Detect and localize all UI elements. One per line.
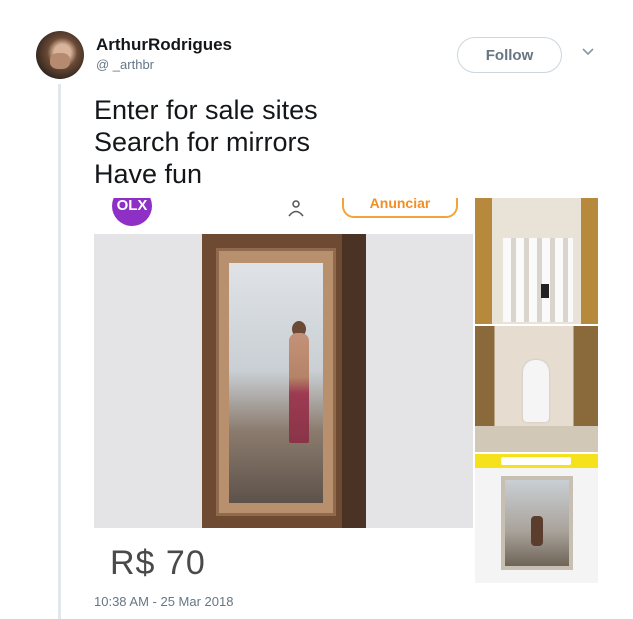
avatar[interactable]: [36, 31, 84, 79]
anunciar-button: Anunciar: [342, 198, 458, 218]
sheet-figure: [523, 360, 549, 422]
tweet-line: Have fun: [94, 159, 203, 189]
olx-logo: OLX: [112, 198, 152, 226]
reflection-person: [289, 333, 309, 443]
search-box: [501, 457, 571, 465]
mirror-glass: [229, 263, 323, 503]
thread-line: [58, 84, 61, 619]
user-icon: [288, 200, 304, 217]
reflection-person: [531, 516, 543, 546]
tweet-line: Enter for sale sites: [94, 95, 318, 125]
mirror-frame: [216, 248, 336, 516]
thumb-photo-1[interactable]: [475, 198, 598, 324]
thumb-photo-3[interactable]: [475, 454, 598, 583]
thumb-photo-2[interactable]: [475, 326, 598, 452]
tweet-media[interactable]: OLX Anunciar R$ 70: [94, 198, 598, 583]
app-bar: [475, 454, 598, 468]
stair-rail: [503, 238, 573, 322]
listing-image: [94, 234, 473, 528]
main-photo[interactable]: OLX Anunciar R$ 70: [94, 198, 473, 583]
tweet-timestamp[interactable]: 10:38 AM - 25 Mar 2018: [94, 594, 233, 609]
tweet-text: Enter for sale sites Search for mirrors …: [94, 94, 318, 190]
chevron-down-icon[interactable]: [580, 44, 596, 60]
wall: [342, 234, 366, 528]
mirror-photo: [202, 234, 366, 528]
floor: [475, 426, 598, 452]
phone-in-reflection: [541, 284, 549, 298]
follow-button[interactable]: Follow: [457, 37, 562, 73]
user-handle[interactable]: @ _arthbr: [96, 57, 154, 72]
tweet-line: Search for mirrors: [94, 127, 311, 157]
olx-header: OLX Anunciar: [94, 198, 473, 234]
user-name[interactable]: ArthurRodrigues: [96, 35, 232, 55]
listing-price: R$ 70: [110, 544, 206, 582]
